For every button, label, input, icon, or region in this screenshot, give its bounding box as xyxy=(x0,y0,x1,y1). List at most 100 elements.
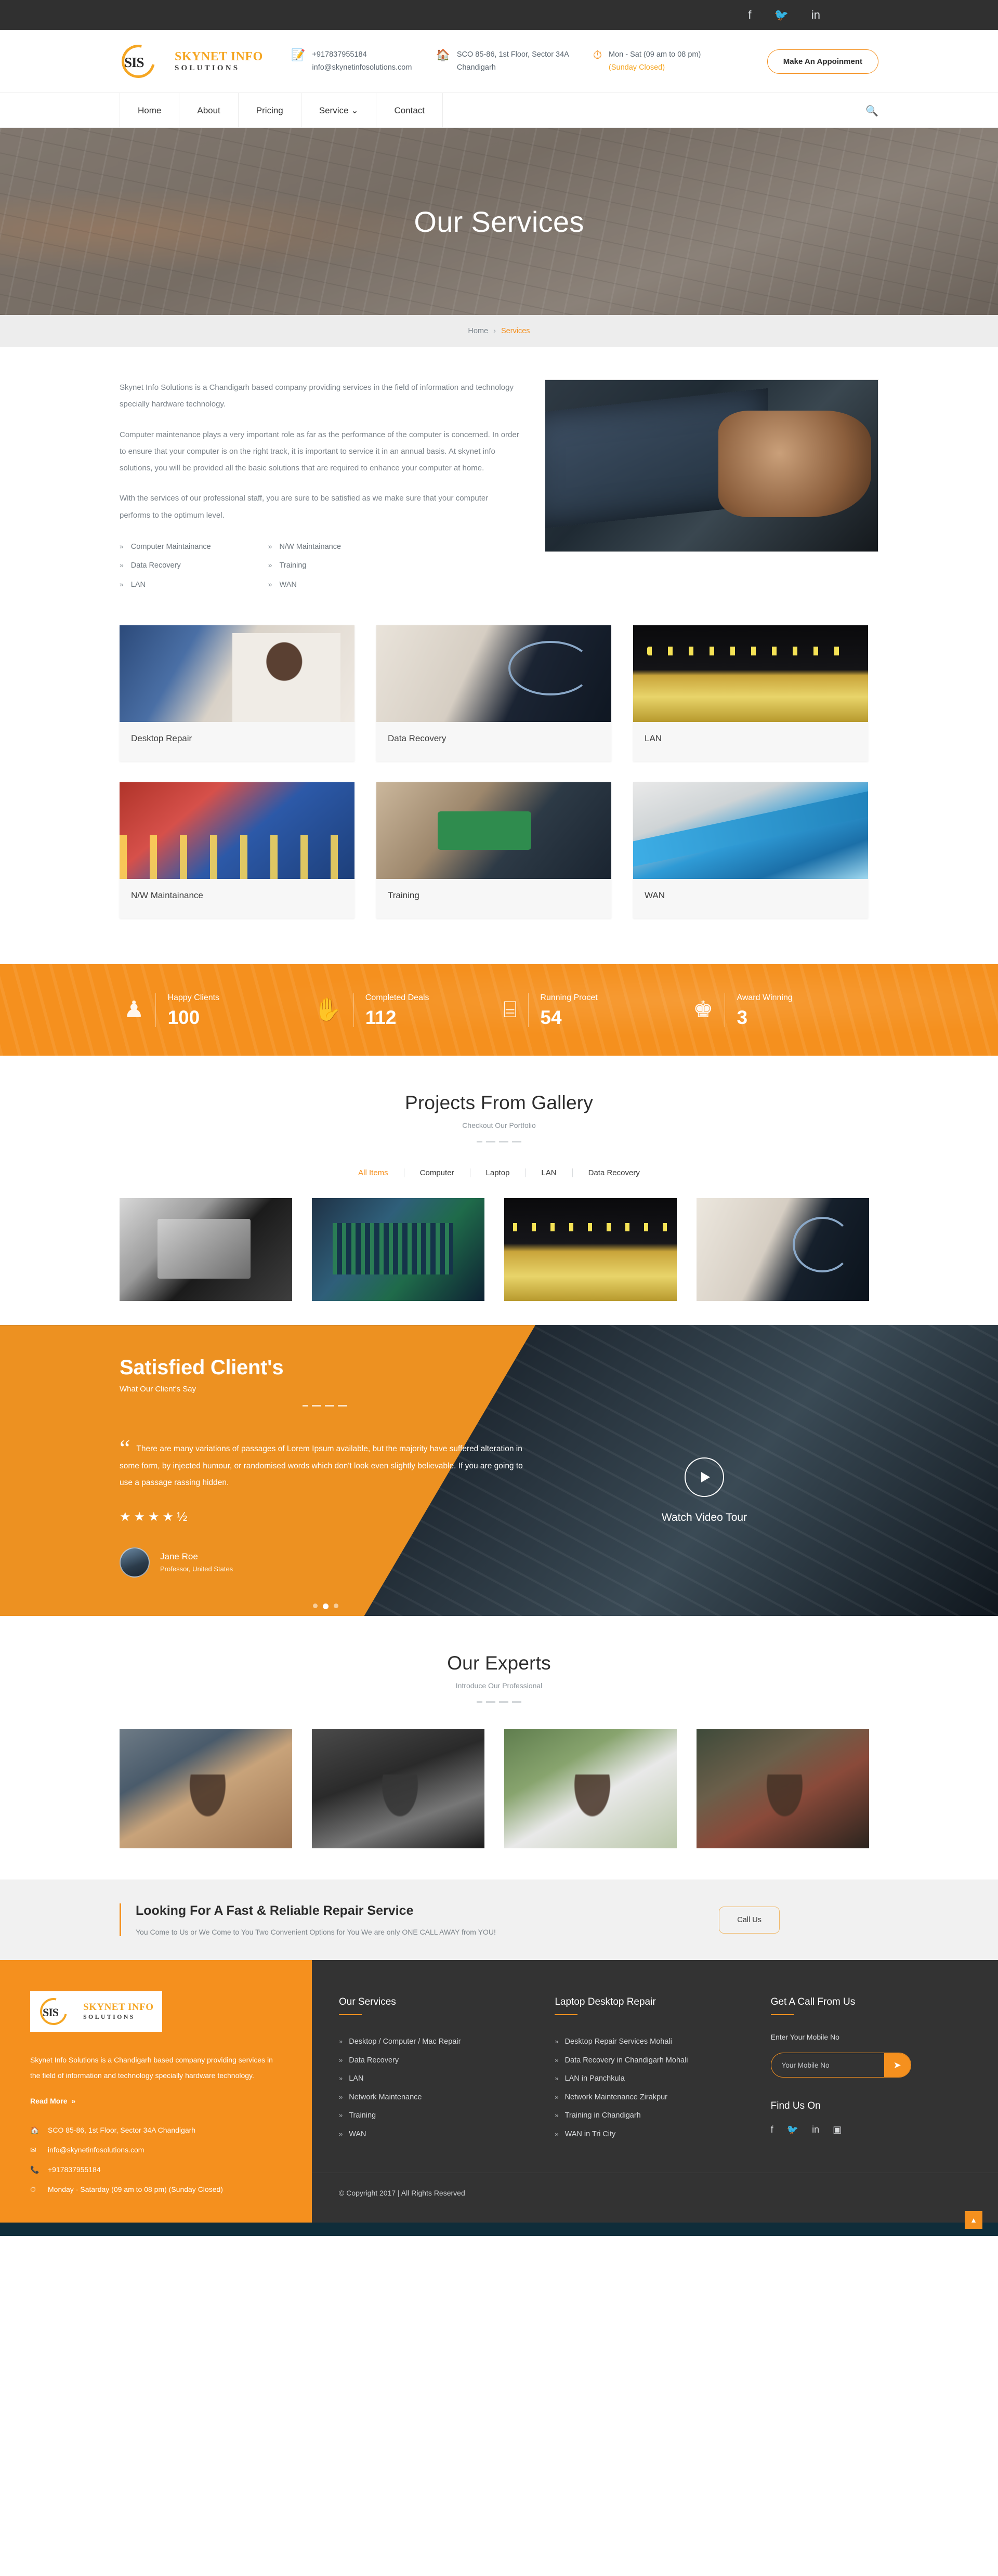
footer-phone-row[interactable]: 📞 +917837955184 xyxy=(30,2162,282,2177)
service-card-image xyxy=(376,625,611,722)
expert-card[interactable] xyxy=(312,1729,484,1849)
twitter-icon[interactable]: 🐦 xyxy=(774,9,788,21)
clock-icon: ⏱ xyxy=(593,48,602,61)
footer-repair-title: Laptop Desktop Repair xyxy=(555,1996,656,2008)
twitter-icon[interactable]: 🐦 xyxy=(787,2124,798,2135)
testimonial-quote-block: “ There are many variations of passages … xyxy=(120,1436,530,1492)
footer-repair-link[interactable]: » WAN in Tri City xyxy=(555,2125,751,2144)
mobile-input[interactable] xyxy=(771,2053,884,2078)
stat-value: 3 xyxy=(737,1006,748,1028)
nav-item-pricing[interactable]: Pricing xyxy=(239,93,301,128)
title-underline xyxy=(339,2014,362,2016)
carousel-dot[interactable] xyxy=(334,1603,338,1608)
service-card[interactable]: N/W Maintainance xyxy=(120,782,354,919)
header-phone: +917837955184 xyxy=(312,50,367,59)
logo-line-2: SOLUTIONS xyxy=(175,63,240,72)
stat-award-winning: ♚ Award Winning 3 xyxy=(689,993,878,1027)
service-card[interactable]: WAN xyxy=(633,782,868,919)
experts-title: Our Experts xyxy=(447,1652,551,1674)
gallery-item[interactable] xyxy=(504,1198,677,1302)
linkedin-icon[interactable]: in xyxy=(812,2124,819,2135)
footer-contact-list: 🏠 SCO 85-86, 1st Floor, Sector 34A Chand… xyxy=(30,2123,282,2197)
gallery-item[interactable] xyxy=(120,1198,292,1302)
service-card[interactable]: LAN xyxy=(633,625,868,762)
service-card[interactable]: Desktop Repair xyxy=(120,625,354,762)
gallery-filter-all-items[interactable]: All Items xyxy=(343,1168,404,1178)
footer-logo[interactable]: SIS SKYNET INFO SOLUTIONS xyxy=(30,1991,162,2032)
service-card[interactable]: Training xyxy=(376,782,611,919)
expert-card[interactable] xyxy=(504,1729,677,1849)
instagram-icon[interactable]: ▣ xyxy=(833,2124,842,2135)
footer-service-link[interactable]: » Network Maintenance xyxy=(339,2088,535,2107)
site-logo[interactable]: SIS SKYNET INFO SOLUTIONS xyxy=(115,38,291,85)
header-contact-phone[interactable]: 📝 +917837955184 info@skynetinfosolutions… xyxy=(291,48,412,75)
stat-title: Completed Deals xyxy=(365,993,429,1002)
footer-social-list: f 🐦 in ▣ xyxy=(771,2124,967,2135)
gallery-item[interactable] xyxy=(312,1198,484,1302)
intro-paragraph-1: Skynet Info Solutions is a Chandigarh ba… xyxy=(120,383,514,409)
facebook-icon[interactable]: f xyxy=(748,9,751,21)
gallery-filter-data-recovery[interactable]: Data Recovery xyxy=(573,1168,655,1177)
search-icon[interactable]: 🔍 xyxy=(865,93,878,128)
footer-email-row[interactable]: ✉ info@skynetinfosolutions.com xyxy=(30,2143,282,2157)
footer-service-link[interactable]: » Training xyxy=(339,2107,535,2125)
gallery-item[interactable] xyxy=(697,1198,869,1302)
stat-value: 112 xyxy=(365,1006,397,1028)
gallery-filter-laptop[interactable]: Laptop xyxy=(470,1168,526,1178)
footer-hours: Monday - Satarday (09 am to 08 pm) (Sund… xyxy=(48,2185,223,2194)
footer-service-link[interactable]: » Desktop / Computer / Mac Repair xyxy=(339,2033,535,2052)
footer-repair-link[interactable]: » Network Maintenance Zirakpur xyxy=(555,2088,751,2107)
gallery-filter-computer[interactable]: Computer xyxy=(404,1168,470,1178)
facebook-icon[interactable]: f xyxy=(771,2124,773,2135)
footer-service-link[interactable]: » Data Recovery xyxy=(339,2052,535,2070)
call-us-button[interactable]: Call Us xyxy=(719,1906,780,1934)
top-social-list: f 🐦 in xyxy=(748,9,998,21)
stat-title: Running Procet xyxy=(540,993,598,1002)
footer-repair-link[interactable]: » Desktop Repair Services Mohali xyxy=(555,2033,751,2052)
footer-address-row: 🏠 SCO 85-86, 1st Floor, Sector 34A Chand… xyxy=(30,2123,282,2137)
list-item[interactable]: » WAN xyxy=(268,575,341,595)
carousel-dot[interactable] xyxy=(313,1603,318,1608)
cta-section: Looking For A Fast & Reliable Repair Ser… xyxy=(0,1880,998,1961)
breadcrumb-home[interactable]: Home xyxy=(468,327,488,335)
footer-repair-link[interactable]: » LAN in Panchkula xyxy=(555,2070,751,2088)
logo-line-1: SKYNET INFO xyxy=(83,2002,154,2013)
chevron-double-right-icon: » xyxy=(120,580,124,588)
send-icon[interactable]: ➤ xyxy=(884,2053,911,2078)
list-item[interactable]: » Training xyxy=(268,556,341,575)
footer-phone: +917837955184 xyxy=(48,2165,101,2174)
footer-service-link[interactable]: » WAN xyxy=(339,2125,535,2144)
service-card[interactable]: Data Recovery xyxy=(376,625,611,762)
list-item[interactable]: » N/W Maintainance xyxy=(268,537,341,557)
footer-about-text: Skynet Info Solutions is a Chandigarh ba… xyxy=(30,2056,273,2080)
nav-item-service[interactable]: Service ⌄ xyxy=(301,93,377,128)
list-item[interactable]: » Data Recovery xyxy=(120,556,211,575)
testimonial-subtitle: What Our Client's Say xyxy=(120,1385,196,1394)
chevron-double-right-icon: » xyxy=(268,561,272,570)
read-more-link[interactable]: Read More » xyxy=(30,2097,75,2105)
footer-service-link[interactable]: » LAN xyxy=(339,2070,535,2088)
nav-item-home[interactable]: Home xyxy=(120,93,180,128)
scroll-to-top-button[interactable]: ▲ xyxy=(965,2211,982,2229)
gallery-filter-lan[interactable]: LAN xyxy=(526,1168,573,1178)
carousel-dot-active[interactable] xyxy=(323,1603,329,1609)
expert-card[interactable] xyxy=(120,1729,292,1849)
play-video-button[interactable] xyxy=(685,1457,724,1497)
service-card-label: N/W Maintainance xyxy=(131,890,203,901)
expert-card[interactable] xyxy=(697,1729,869,1849)
gallery-title: Projects From Gallery xyxy=(405,1092,593,1114)
chevron-double-right-icon: » xyxy=(555,2074,559,2083)
list-item[interactable]: » LAN xyxy=(120,575,211,595)
linkedin-icon[interactable]: in xyxy=(811,9,820,21)
nav-item-about[interactable]: About xyxy=(179,93,239,128)
footer-repair-link[interactable]: » Data Recovery in Chandigarh Mohali xyxy=(555,2052,751,2070)
footer-repair-link[interactable]: » Training in Chandigarh xyxy=(555,2107,751,2125)
make-appointment-button[interactable]: Make An Appoinment xyxy=(767,49,878,74)
testimonial-title: Satisfied Client's xyxy=(120,1356,284,1379)
envelope-icon: ✉ xyxy=(30,2146,36,2154)
list-item[interactable]: » Computer Maintainance xyxy=(120,537,211,557)
nav-item-contact[interactable]: Contact xyxy=(376,93,443,128)
author-name: Jane Roe xyxy=(160,1552,198,1562)
gallery-section: Projects From Gallery Checkout Our Portf… xyxy=(0,1056,998,1325)
author-role: Professor, United States xyxy=(160,1565,233,1573)
